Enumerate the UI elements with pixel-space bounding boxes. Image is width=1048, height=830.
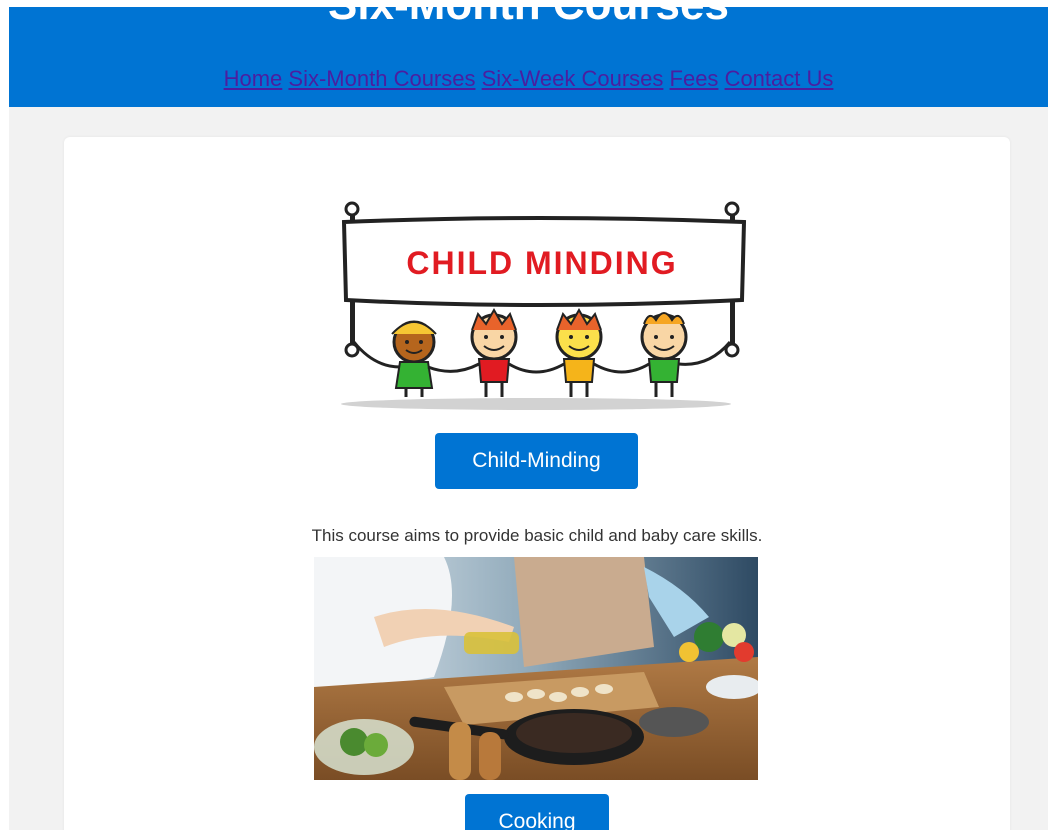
page-frame: Six-Month Courses Home Six-Month Courses… <box>9 7 1048 830</box>
site-header: Six-Month Courses Home Six-Month Courses… <box>9 7 1048 107</box>
nav-link-six-week-courses[interactable]: Six-Week Courses <box>482 66 664 91</box>
banner-text: CHILD MINDING <box>406 245 677 281</box>
child-minding-image: CHILD MINDING <box>314 192 758 422</box>
child-minding-description: This course aims to provide basic child … <box>311 526 763 545</box>
nav-link-home[interactable]: Home <box>224 66 283 91</box>
nav-link-contact-us[interactable]: Contact Us <box>725 66 834 91</box>
nav-link-six-month-courses[interactable]: Six-Month Courses <box>288 66 475 91</box>
courses-card: CHILD MINDING Child-Minding This course … <box>64 137 1010 830</box>
main-nav: Home Six-Month Courses Six-Week Courses … <box>9 65 1048 93</box>
child-minding-button[interactable]: Child-Minding <box>435 433 638 489</box>
cooking-button[interactable]: Cooking <box>465 794 609 830</box>
cooking-image <box>314 557 758 780</box>
page-title: Six-Month Courses <box>9 7 1048 31</box>
nav-link-fees[interactable]: Fees <box>670 66 719 91</box>
